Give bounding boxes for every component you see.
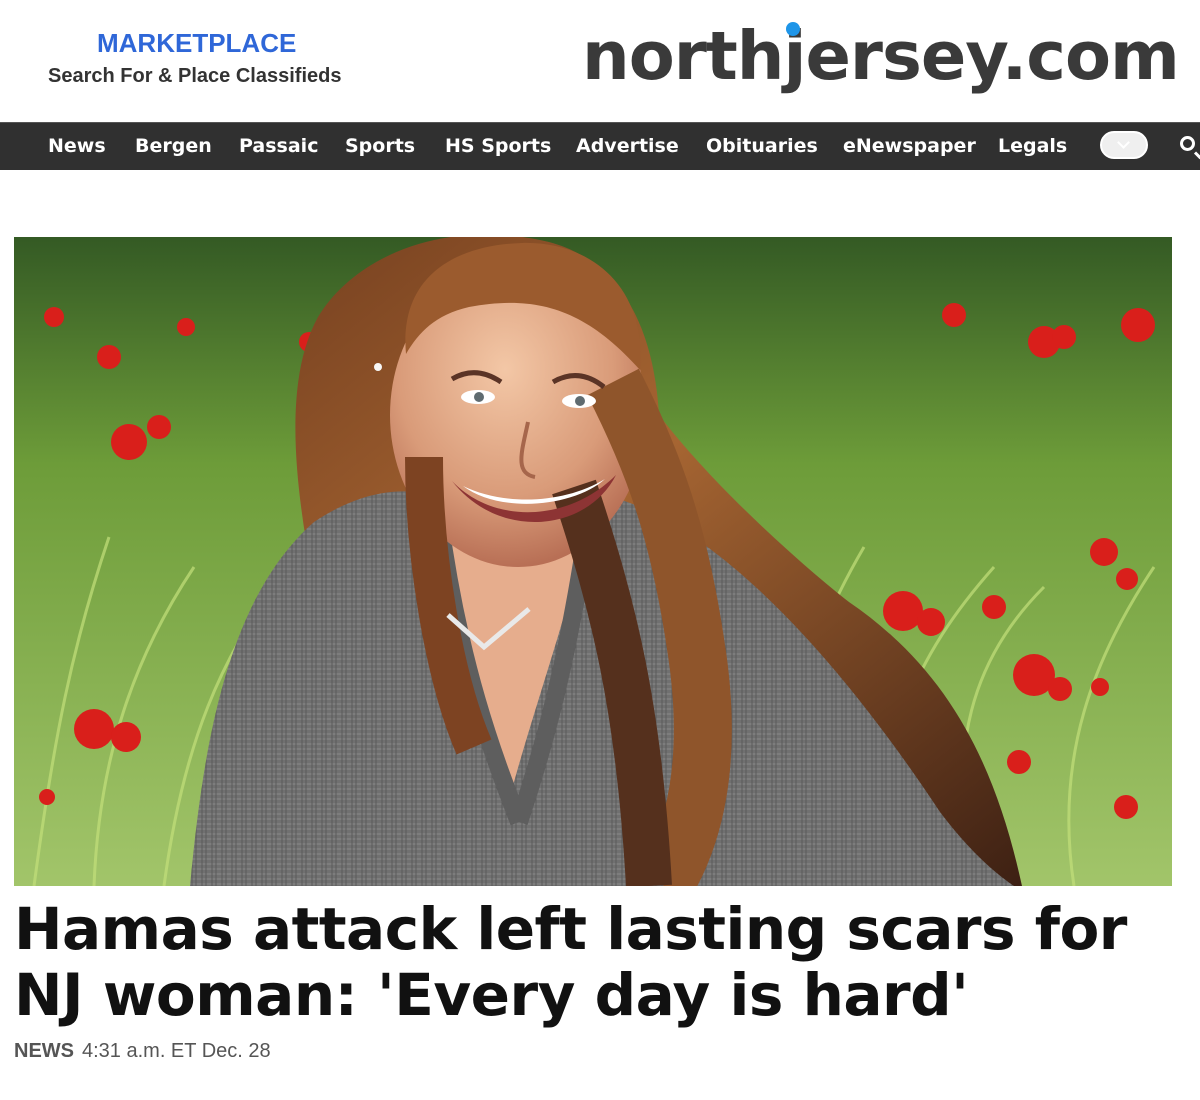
site-header: MARKETPLACE Search For & Place Classifie…	[0, 0, 1200, 122]
nav-legals[interactable]: Legals	[998, 123, 1067, 170]
news-article-page: MARKETPLACE Search For & Place Classifie…	[0, 0, 1200, 1100]
chevron-down-icon	[1117, 136, 1130, 149]
search-button[interactable]	[1178, 134, 1200, 160]
nav-enewspaper[interactable]: eNewspaper	[843, 123, 976, 170]
article-headline[interactable]: Hamas attack left lasting scars for NJ w…	[14, 896, 1179, 1028]
smiling-woman-poppy-field-image	[14, 237, 1172, 886]
nav-news[interactable]: News	[48, 123, 106, 170]
article-meta: NEWS 4:31 a.m. ET Dec. 28	[14, 1038, 271, 1064]
site-logo-text: northjersey.com	[582, 17, 1180, 95]
marketplace-subtitle: Search For & Place Classifieds	[48, 65, 342, 87]
main-navigation: News Bergen Passaic Sports HS Sports Adv…	[0, 122, 1200, 170]
logo-dot-icon	[786, 22, 800, 36]
search-icon	[1180, 136, 1195, 151]
section-label[interactable]: NEWS	[14, 1040, 74, 1062]
nav-passaic[interactable]: Passaic	[239, 123, 318, 170]
marketplace-title: MARKETPLACE	[97, 28, 297, 58]
more-menu-button[interactable]	[1100, 131, 1148, 159]
article-hero-image[interactable]	[14, 237, 1172, 886]
nav-hs-sports[interactable]: HS Sports	[445, 123, 551, 170]
nav-obituaries[interactable]: Obituaries	[706, 123, 818, 170]
nav-bergen[interactable]: Bergen	[135, 123, 212, 170]
nav-advertise[interactable]: Advertise	[576, 123, 679, 170]
publication-timestamp: 4:31 a.m. ET Dec. 28	[82, 1040, 271, 1062]
northjersey-logo[interactable]: northjersey.com	[582, 11, 1180, 96]
nav-sports[interactable]: Sports	[345, 123, 415, 170]
